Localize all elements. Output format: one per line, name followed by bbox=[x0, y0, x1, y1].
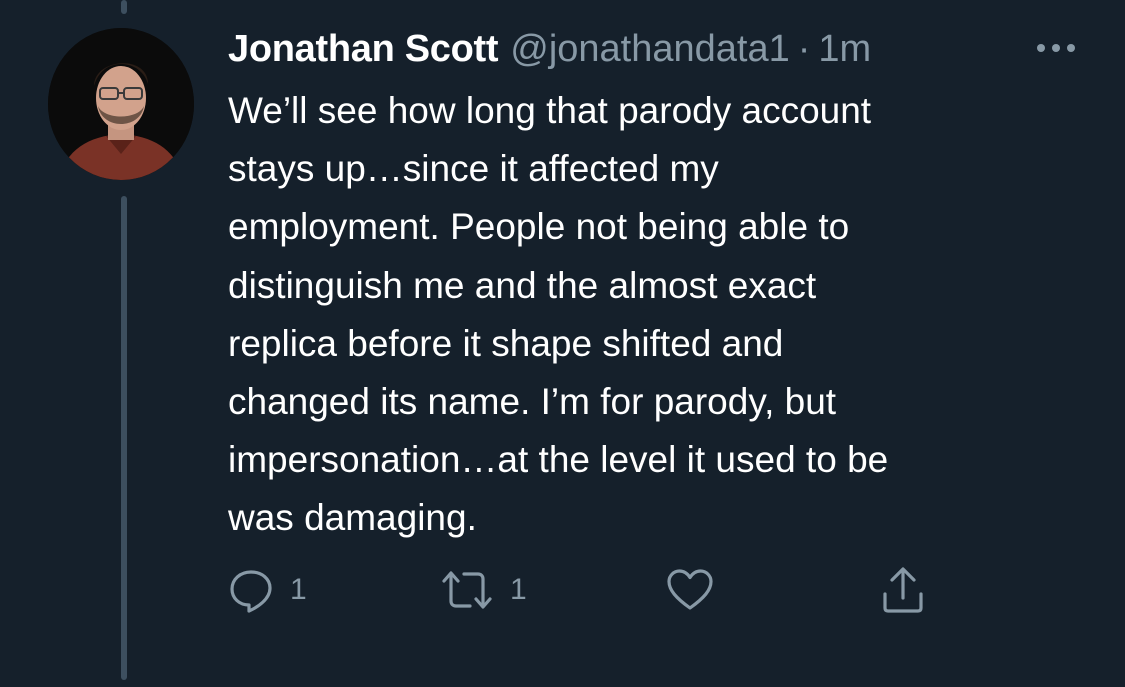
user-handle[interactable]: @jonathandata1 bbox=[510, 22, 789, 76]
thread-line-bottom bbox=[121, 196, 127, 680]
reply-count: 1 bbox=[290, 573, 307, 606]
tweet-text-line: changed its name. I’m for parody, but bbox=[228, 381, 837, 423]
share-upload-icon bbox=[883, 567, 923, 613]
tweet-header: Jonathan Scott @jonathandata1 · 1m bbox=[228, 22, 1098, 76]
tweet-text-line: distinguish me and the almost exact bbox=[228, 264, 817, 306]
tweet-text-line: stays up…since it affected my bbox=[228, 148, 719, 190]
more-options-button[interactable] bbox=[1036, 28, 1076, 68]
share-button[interactable] bbox=[880, 566, 942, 614]
thread-line-top bbox=[121, 0, 127, 14]
heart-outline-icon bbox=[667, 569, 713, 610]
retweet-count: 1 bbox=[510, 573, 527, 606]
speech-bubble-icon bbox=[230, 570, 272, 613]
timestamp[interactable]: 1m bbox=[818, 22, 871, 76]
tweet-text-line: employment. People not being able to bbox=[228, 206, 850, 248]
tweet: Jonathan Scott @jonathandata1 · 1m We’ll… bbox=[228, 22, 1098, 548]
tweet-text: We’ll see how long that parody account s… bbox=[228, 82, 1058, 548]
tweet-actions: 1 1 bbox=[228, 566, 948, 614]
reply-button[interactable]: 1 bbox=[228, 566, 307, 614]
retweet-button[interactable]: 1 bbox=[440, 566, 527, 614]
retweet-arrows-icon bbox=[442, 571, 492, 609]
display-name[interactable]: Jonathan Scott bbox=[228, 22, 499, 76]
like-button[interactable] bbox=[666, 566, 730, 614]
separator-dot: · bbox=[797, 28, 811, 70]
tweet-text-line: We’ll see how long that parody account bbox=[228, 90, 872, 131]
tweet-text-line: impersonation…at the level it used to be bbox=[228, 439, 889, 481]
tweet-text-line: replica before it shape shifted and bbox=[228, 322, 784, 364]
more-horizontal-icon bbox=[1037, 44, 1075, 52]
avatar-image bbox=[48, 28, 194, 180]
avatar[interactable] bbox=[48, 28, 194, 180]
tweet-text-line: was damaging. bbox=[228, 497, 477, 539]
